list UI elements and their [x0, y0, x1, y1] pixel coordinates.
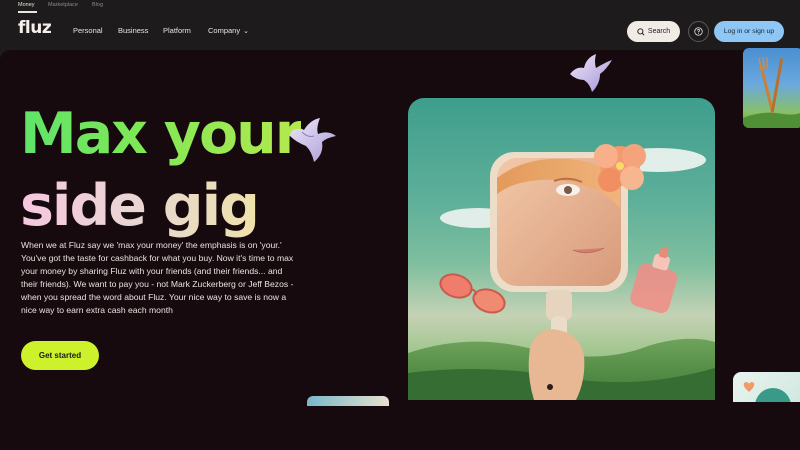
hand-mirror-illustration: [408, 144, 715, 400]
login-signup-button[interactable]: Log in or sign up: [714, 21, 784, 42]
headline-line-2: side gig: [20, 170, 301, 242]
preview-card-bottom-right: [733, 372, 800, 402]
search-icon: [637, 27, 645, 36]
main-nav: fluz Personal Business Platform Company ⌄…: [0, 13, 800, 50]
fluz-logo[interactable]: fluz: [18, 18, 52, 38]
preview-card-bottom-left: [307, 396, 389, 406]
help-button[interactable]: [688, 21, 709, 42]
nav-link-company-label: Company: [208, 26, 241, 35]
forks-illustration: [743, 56, 800, 128]
chevron-down-icon: ⌄: [243, 28, 249, 35]
hero-headline: Max your side gig: [20, 98, 303, 242]
preview-card-right: [743, 48, 800, 128]
dove-illustration: [570, 54, 612, 92]
nav-link-company[interactable]: Company ⌄: [208, 26, 249, 35]
hero-image-card: [408, 98, 715, 400]
get-started-button[interactable]: Get started: [21, 341, 99, 370]
headline-line-1: Max your: [20, 98, 303, 170]
utility-bar: Money Marketplace Blog: [0, 0, 800, 13]
nav-link-personal[interactable]: Personal: [73, 26, 103, 35]
utility-link-blog[interactable]: Blog: [92, 2, 103, 8]
search-button-label: Search: [647, 28, 671, 35]
search-button[interactable]: Search: [627, 21, 680, 42]
hero-body-text: When we at Fluz say we 'max your money' …: [21, 240, 294, 315]
nav-link-business[interactable]: Business: [118, 26, 148, 35]
utility-link-money[interactable]: Money: [18, 2, 35, 8]
help-icon: [694, 27, 703, 36]
nav-link-platform[interactable]: Platform: [163, 26, 191, 35]
utility-link-marketplace[interactable]: Marketplace: [48, 2, 78, 8]
heart-illustration: [743, 382, 791, 402]
